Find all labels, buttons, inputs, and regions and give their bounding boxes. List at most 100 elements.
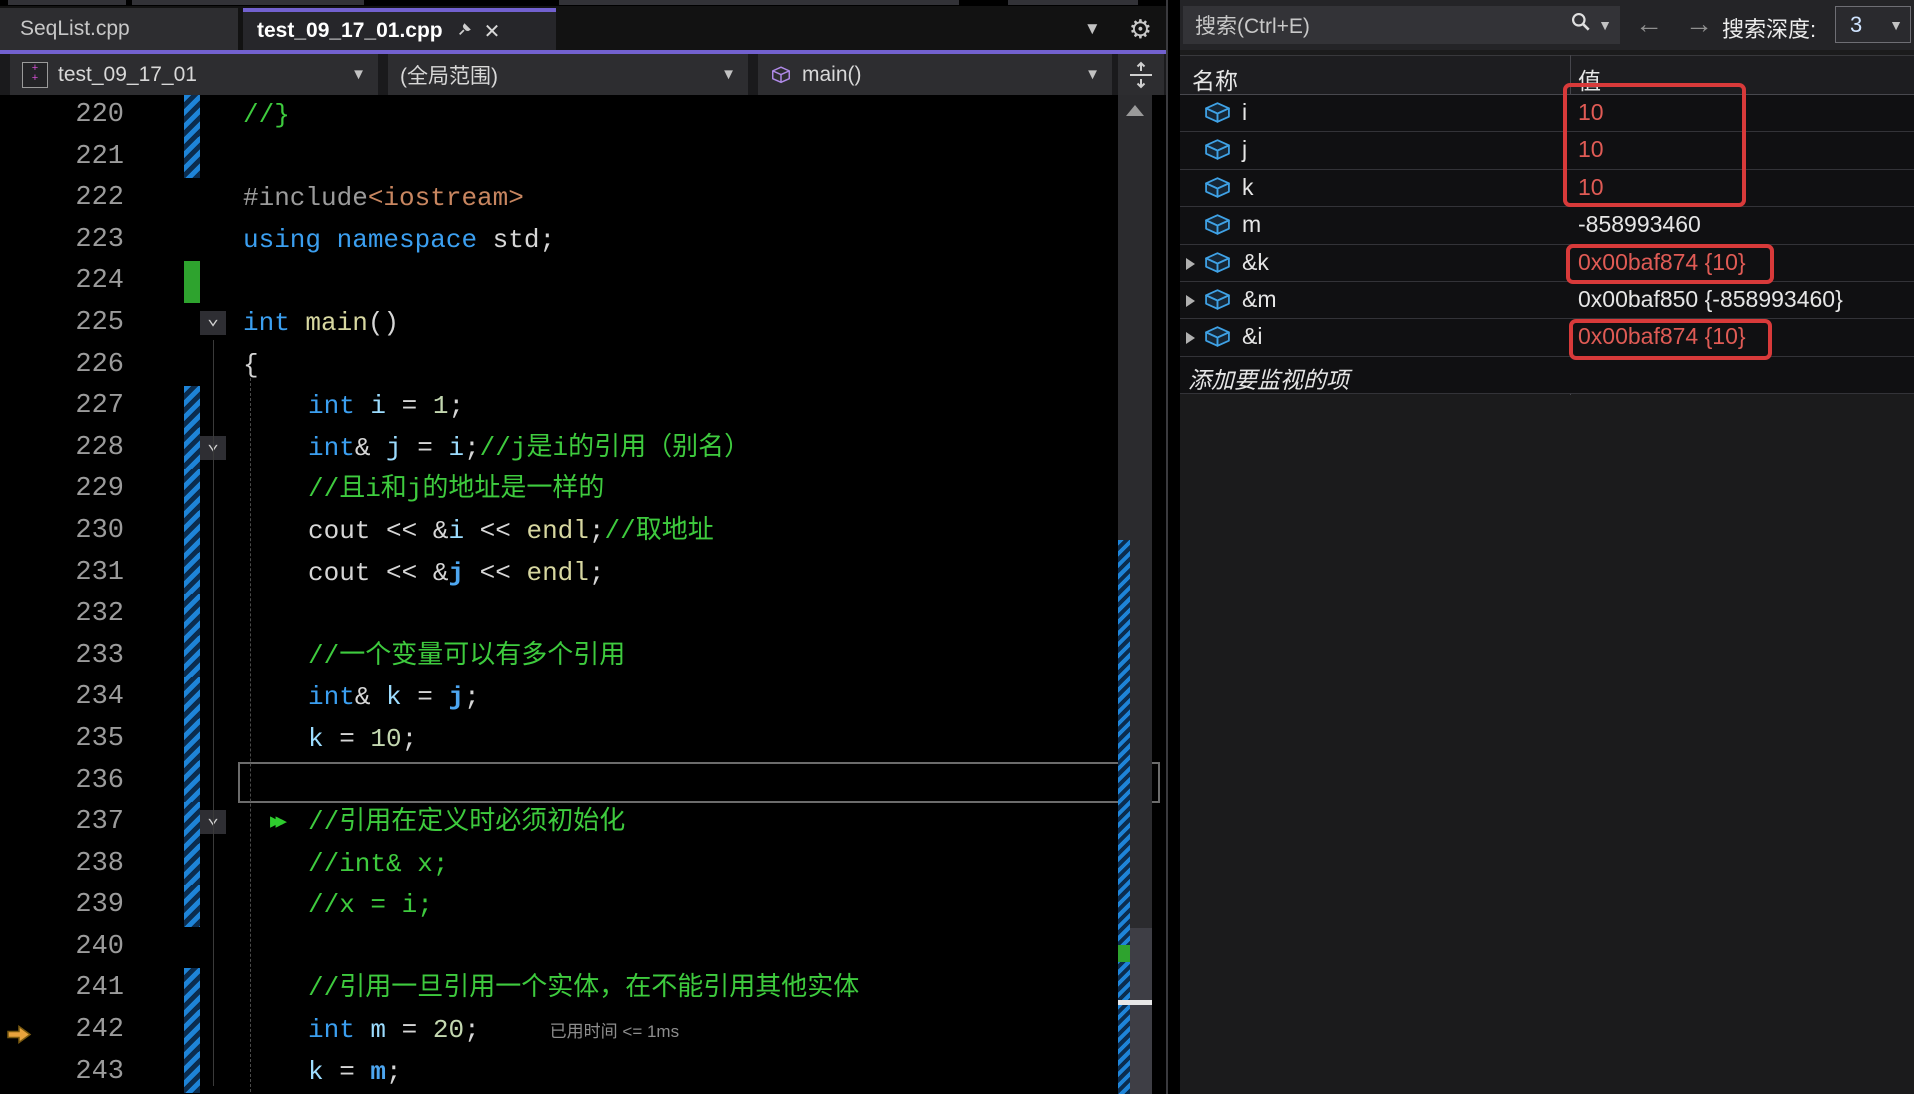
editor-line-221[interactable]: 221 — [0, 136, 1166, 179]
editor-line-241[interactable]: 241 //引用一旦引用一个实体，在不能引用其他实体 — [0, 968, 1166, 1011]
editor-line-227[interactable]: 227 int i = 1; — [0, 386, 1166, 428]
forward-arrow-icon[interactable]: → — [1685, 8, 1713, 40]
watch-column-headers: 名称 值 — [1180, 55, 1914, 95]
editor-line-228[interactable]: 228 ⌄ int& j = i;//j是i的引用（别名） — [0, 427, 1166, 470]
editor-line-224[interactable]: 224 — [0, 261, 1166, 303]
code-text[interactable]: int& j = i;//j是i的引用（别名） — [238, 428, 1166, 470]
editor-line-242[interactable]: 242 int m = 20; 已用时间 <= 1ms — [0, 1010, 1166, 1052]
code-editor[interactable]: 220 //} 221 222 #include<iostream> 223 using n… — [0, 95, 1166, 1094]
code-text[interactable] — [238, 927, 1166, 969]
gear-icon[interactable]: ⚙ — [1129, 16, 1152, 42]
tab-overflow-chevron-icon[interactable]: ▼ — [1084, 19, 1101, 39]
watch-row-j[interactable]: j 10 — [1180, 132, 1914, 170]
editor-line-237[interactable]: 237 ⌄ ▶▶//引用在定义时必须初始化 — [0, 802, 1166, 844]
editor-line-233[interactable]: 233 //一个变量可以有多个引用 — [0, 635, 1166, 678]
chevron-down-icon[interactable]: ▼ — [1598, 17, 1612, 33]
search-depth-dropdown[interactable]: 3 ▼ — [1835, 6, 1911, 43]
watch-name[interactable]: k — [1242, 174, 1254, 201]
expand-triangle-icon[interactable] — [1186, 332, 1195, 345]
search-input[interactable]: 搜索(Ctrl+E) ▼ — [1183, 6, 1620, 44]
watch-name[interactable]: i — [1242, 99, 1247, 126]
code-text[interactable]: cout << &j << endl; — [238, 553, 1166, 595]
editor-line-226[interactable]: 226 { — [0, 345, 1166, 387]
code-text[interactable]: #include<iostream> — [238, 178, 1166, 220]
code-text[interactable]: k = 10; — [238, 719, 1166, 761]
scroll-up-arrow-icon[interactable] — [1126, 105, 1144, 116]
run-to-cursor-icon[interactable]: ▶▶ — [270, 802, 287, 844]
code-text[interactable] — [238, 261, 1166, 303]
watch-row-m[interactable]: m -858993460 — [1180, 207, 1914, 245]
expand-triangle-icon[interactable] — [1186, 294, 1195, 307]
code-text[interactable]: //int& x; — [238, 844, 1166, 886]
perf-tip[interactable]: 已用时间 <= 1ms — [550, 1022, 679, 1041]
change-bar-blue — [184, 386, 200, 428]
watch-row-addr-m[interactable]: &m 0x00baf850 {-858993460} — [1180, 282, 1914, 320]
change-bar-blue — [184, 95, 200, 137]
code-text[interactable]: { — [238, 345, 1166, 387]
watch-row-i[interactable]: i 10 — [1180, 95, 1914, 133]
code-text[interactable]: int main() — [238, 303, 1166, 345]
editor-line-243[interactable]: 243 k = m; — [0, 1051, 1166, 1094]
editor-line-230[interactable]: 230 cout << &i << endl;//取地址 — [0, 510, 1166, 553]
split-editor-button[interactable] — [1118, 54, 1164, 95]
watch-row-k[interactable]: k 10 — [1180, 170, 1914, 208]
project-dropdown[interactable]: + + test_09_17_01 ▼ — [10, 54, 378, 95]
code-text[interactable]: //一个变量可以有多个引用 — [238, 636, 1166, 678]
scope-dropdown[interactable]: (全局范围) ▼ — [388, 54, 748, 95]
code-text[interactable]: //} — [238, 95, 1166, 137]
editor-gutter — [138, 635, 238, 678]
code-text[interactable]: k = m; — [238, 1052, 1166, 1094]
close-icon[interactable]: ✕ — [484, 19, 501, 44]
editor-line-225[interactable]: 225 ⌄ int main() — [0, 303, 1166, 345]
editor-line-229[interactable]: 229 //且i和j的地址是一样的 — [0, 469, 1166, 511]
watch-name[interactable]: &k — [1242, 249, 1269, 276]
editor-line-236[interactable]: 236 — [0, 760, 1166, 803]
tab-seqlist-cpp[interactable]: SeqList.cpp — [0, 8, 238, 50]
back-arrow-icon[interactable]: ← — [1635, 8, 1663, 40]
search-icon[interactable] — [1570, 11, 1592, 39]
editor-line-235[interactable]: 235 k = 10; — [0, 718, 1166, 761]
editor-line-222[interactable]: 222 #include<iostream> — [0, 178, 1166, 220]
editor-navigation-bar: + + test_09_17_01 ▼ (全局范围) ▼ main() ▼ — [0, 54, 1166, 95]
code-text[interactable] — [238, 137, 1166, 179]
editor-line-239[interactable]: 239 //x = i; — [0, 885, 1166, 927]
column-header-name[interactable]: 名称 — [1192, 62, 1238, 96]
code-text[interactable]: //且i和j的地址是一样的 — [238, 469, 1166, 511]
editor-line-223[interactable]: 223 using namespace std; — [0, 220, 1166, 262]
watch-name[interactable]: m — [1242, 211, 1261, 238]
search-depth-label: 搜索深度: — [1722, 17, 1817, 42]
code-text[interactable]: ▶▶//引用在定义时必须初始化 — [238, 802, 1166, 844]
editor-line-240[interactable]: 240 — [0, 927, 1166, 969]
editor-line-238[interactable]: 238 //int& x; — [0, 843, 1166, 886]
watch-name[interactable]: j — [1242, 136, 1247, 163]
pin-icon[interactable] — [457, 19, 474, 43]
editor-vertical-scrollbar[interactable] — [1118, 95, 1152, 1094]
watch-name[interactable]: &i — [1242, 323, 1262, 350]
code-text[interactable]: //引用一旦引用一个实体，在不能引用其他实体 — [238, 968, 1166, 1010]
code-text[interactable] — [238, 594, 1166, 636]
expand-triangle-icon[interactable] — [1186, 257, 1195, 270]
code-text[interactable]: int m = 20; 已用时间 <= 1ms — [238, 1010, 1166, 1052]
code-text[interactable]: int& k = j; — [238, 677, 1166, 719]
watch-row-addr-k[interactable]: &k 0x00baf874 {10} — [1180, 245, 1914, 282]
editor-line-234[interactable]: 234 int& k = j; — [0, 677, 1166, 719]
watch-value[interactable]: 0x00baf850 {-858993460} — [1578, 286, 1843, 313]
editor-line-232[interactable]: 232 — [0, 594, 1166, 636]
code-text[interactable]: cout << &i << endl;//取地址 — [238, 511, 1166, 553]
editor-line-231[interactable]: 231 cout << &j << endl; — [0, 552, 1166, 595]
code-text[interactable]: //x = i; — [238, 885, 1166, 927]
watch-value[interactable]: -858993460 — [1578, 211, 1701, 238]
code-text[interactable]: int i = 1; — [238, 386, 1166, 428]
tab-test-09-17-01-cpp[interactable]: test_09_17_01.cpp ✕ — [243, 8, 556, 50]
add-watch-item-row[interactable]: 添加要监视的项 — [1180, 357, 1914, 395]
panel-divider[interactable] — [1166, 0, 1168, 1094]
scrollbar-caret-mark — [1118, 1000, 1152, 1005]
function-dropdown[interactable]: main() ▼ — [758, 54, 1112, 95]
fold-chevron-icon[interactable]: ⌄ — [200, 309, 226, 335]
code-text[interactable]: using namespace std; — [238, 220, 1166, 262]
editor-line-220[interactable]: 220 //} — [0, 95, 1166, 137]
watch-name[interactable]: &m — [1242, 286, 1277, 313]
code-text[interactable] — [238, 761, 1166, 803]
watch-row-addr-i[interactable]: &i 0x00baf874 {10} — [1180, 319, 1914, 357]
split-icon — [1130, 61, 1152, 88]
